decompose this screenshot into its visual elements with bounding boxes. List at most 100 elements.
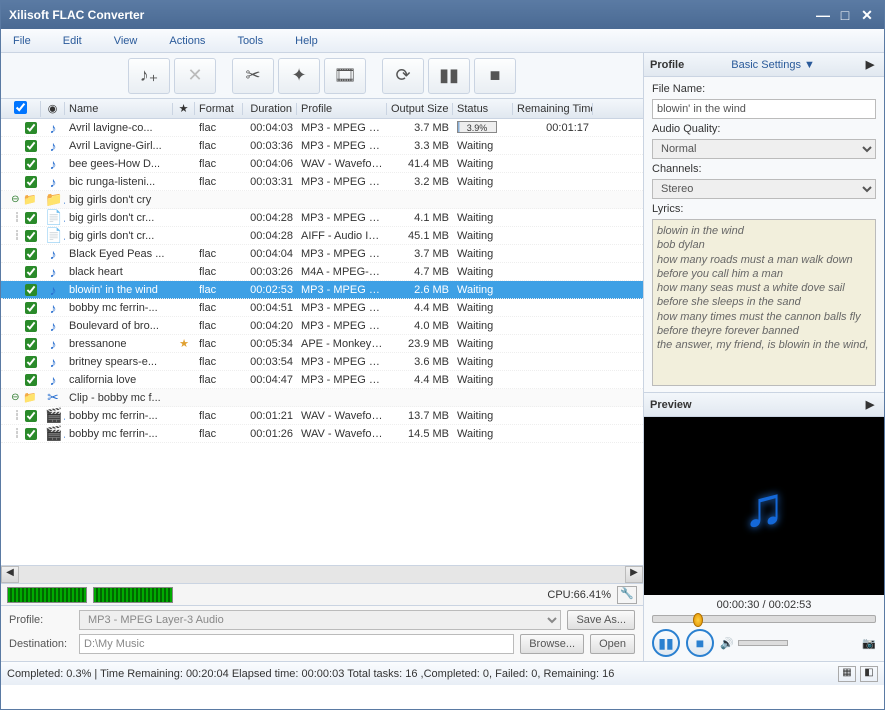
row-checkbox[interactable] xyxy=(25,302,37,314)
seek-slider[interactable] xyxy=(652,615,876,623)
pause-button[interactable]: ▮▮ xyxy=(428,58,470,94)
browse-button[interactable]: Browse... xyxy=(520,634,584,654)
effects-button[interactable]: ✦ xyxy=(278,58,320,94)
stop-button[interactable]: ■ xyxy=(474,58,516,94)
cell-outsize: 41.4 MB xyxy=(387,158,453,170)
seek-thumb[interactable] xyxy=(693,613,703,627)
row-checkbox[interactable] xyxy=(25,140,37,152)
cell-duration: 00:03:54 xyxy=(243,356,297,368)
volume-slider[interactable] xyxy=(738,640,788,646)
refresh-button[interactable]: ⟳ xyxy=(382,58,424,94)
cell-outsize: 13.7 MB xyxy=(387,410,453,422)
table-row[interactable]: ♪britney spears-e...flac00:03:54MP3 - MP… xyxy=(1,353,643,371)
table-row[interactable]: ♪california loveflac00:04:47MP3 - MPEG L… xyxy=(1,371,643,389)
close-button[interactable]: ✕ xyxy=(858,7,876,23)
table-row[interactable]: ♪black heartflac00:03:26M4A - MPEG-4 A..… xyxy=(1,263,643,281)
status-icon-1[interactable]: ▦ xyxy=(838,666,856,682)
col-type-icon[interactable]: ◉ xyxy=(41,102,65,115)
cell-format: flac xyxy=(195,374,243,386)
row-checkbox[interactable] xyxy=(25,248,37,260)
save-as-button[interactable]: Save As... xyxy=(567,610,635,630)
row-checkbox[interactable] xyxy=(25,320,37,332)
filename-input[interactable] xyxy=(652,99,876,119)
menu-help[interactable]: Help xyxy=(295,35,318,47)
col-profile[interactable]: Profile xyxy=(297,103,387,115)
menu-tools[interactable]: Tools xyxy=(237,35,263,47)
row-checkbox[interactable] xyxy=(25,374,37,386)
open-button[interactable]: Open xyxy=(590,634,635,654)
table-row[interactable]: ⊖📁✂Clip - bobby mc f... xyxy=(1,389,643,407)
col-remaining[interactable]: Remaining Time xyxy=(513,103,593,115)
add-files-button[interactable]: ♪₊ xyxy=(128,58,170,94)
destination-label: Destination: xyxy=(9,638,73,650)
remove-button[interactable]: ✕ xyxy=(174,58,216,94)
table-row[interactable]: ♪bobby mc ferrin-...flac00:04:51MP3 - MP… xyxy=(1,299,643,317)
col-checkbox[interactable] xyxy=(1,101,41,117)
cell-duration: 00:04:51 xyxy=(243,302,297,314)
row-checkbox[interactable] xyxy=(25,410,37,422)
table-row[interactable]: ⊖📁📁big girls don't cry xyxy=(1,191,643,209)
row-checkbox[interactable] xyxy=(25,284,37,296)
table-row[interactable]: ┆🎬bobby mc ferrin-...flac00:01:26WAV - W… xyxy=(1,425,643,443)
table-row[interactable]: ♪bic runga-listeni...flac00:03:31MP3 - M… xyxy=(1,173,643,191)
table-row[interactable]: ♪Avril lavigne-co...flac00:04:03MP3 - MP… xyxy=(1,119,643,137)
snapshot-button[interactable]: 📷 xyxy=(862,637,876,650)
row-checkbox[interactable] xyxy=(25,428,37,440)
maximize-button[interactable]: □ xyxy=(836,7,854,23)
minimize-button[interactable]: — xyxy=(814,7,832,23)
scroll-right-arrow[interactable]: ▶ xyxy=(625,566,643,583)
cell-format: flac xyxy=(195,158,243,170)
row-checkbox[interactable] xyxy=(25,176,37,188)
scroll-track[interactable] xyxy=(19,566,625,583)
table-row[interactable]: ♪Black Eyed Peas ...flac00:04:04MP3 - MP… xyxy=(1,245,643,263)
menu-file[interactable]: File xyxy=(13,35,31,47)
stop-playback-button[interactable]: ■ xyxy=(686,629,714,657)
lyrics-box[interactable]: blowin in the wind bob dylan how many ro… xyxy=(652,219,876,386)
table-row[interactable]: ┆📄big girls don't cr...00:04:28MP3 - MPE… xyxy=(1,209,643,227)
cut-button[interactable]: ✂ xyxy=(232,58,274,94)
scroll-left-arrow[interactable]: ◀ xyxy=(1,566,19,583)
row-checkbox[interactable] xyxy=(25,356,37,368)
col-name[interactable]: Name xyxy=(65,103,173,115)
table-row[interactable]: ┆🎬bobby mc ferrin-...flac00:01:21WAV - W… xyxy=(1,407,643,425)
cell-format: flac xyxy=(195,302,243,314)
table-row[interactable]: ♪bee gees-How D...flac00:04:06WAV - Wave… xyxy=(1,155,643,173)
col-format[interactable]: Format xyxy=(195,103,243,115)
quality-select[interactable]: Normal xyxy=(652,139,876,159)
table-row[interactable]: ┆📄big girls don't cr...00:04:28AIFF - Au… xyxy=(1,227,643,245)
col-outsize[interactable]: Output Size xyxy=(387,103,453,115)
channels-select[interactable]: Stereo xyxy=(652,179,876,199)
row-checkbox[interactable] xyxy=(25,266,37,278)
row-checkbox[interactable] xyxy=(25,158,37,170)
row-checkbox[interactable] xyxy=(25,338,37,350)
preview-collapse-arrow[interactable]: ▶ xyxy=(862,398,878,411)
menu-edit[interactable]: Edit xyxy=(63,35,82,47)
profile-label: Profile: xyxy=(9,614,73,626)
table-row[interactable]: ♪blowin' in the windflac00:02:53MP3 - MP… xyxy=(1,281,643,299)
settings-wrench-button[interactable]: 🔧 xyxy=(617,586,637,604)
clip-button[interactable]: 🎞 xyxy=(324,58,366,94)
destination-input[interactable] xyxy=(79,634,514,654)
cell-status: Waiting xyxy=(453,140,513,152)
volume-icon[interactable]: 🔊 xyxy=(720,637,734,650)
table-row[interactable]: ♪bressanone★flac00:05:34APE - Monkey's .… xyxy=(1,335,643,353)
basic-settings-link[interactable]: Basic Settings ▼ xyxy=(731,59,815,71)
horizontal-scrollbar[interactable]: ◀ ▶ xyxy=(1,565,643,583)
status-icon-2[interactable]: ◧ xyxy=(860,666,878,682)
expand-toggle[interactable]: ⊖ xyxy=(9,392,21,403)
menu-view[interactable]: View xyxy=(114,35,138,47)
cell-star[interactable]: ★ xyxy=(173,337,195,350)
row-checkbox[interactable] xyxy=(25,122,37,134)
row-checkbox[interactable] xyxy=(25,212,37,224)
table-row[interactable]: ♪Boulevard of bro...flac00:04:20MP3 - MP… xyxy=(1,317,643,335)
col-duration[interactable]: Duration xyxy=(243,103,297,115)
col-star[interactable]: ★ xyxy=(173,102,195,115)
profile-collapse-arrow[interactable]: ▶ xyxy=(862,58,878,71)
row-checkbox[interactable] xyxy=(25,230,37,242)
profile-select[interactable]: MP3 - MPEG Layer-3 Audio xyxy=(79,610,561,630)
menu-actions[interactable]: Actions xyxy=(169,35,205,47)
table-row[interactable]: ♪Avril Lavigne-Girl...flac00:03:36MP3 - … xyxy=(1,137,643,155)
play-pause-button[interactable]: ▮▮ xyxy=(652,629,680,657)
col-status[interactable]: Status xyxy=(453,103,513,115)
expand-toggle[interactable]: ⊖ xyxy=(9,194,21,205)
